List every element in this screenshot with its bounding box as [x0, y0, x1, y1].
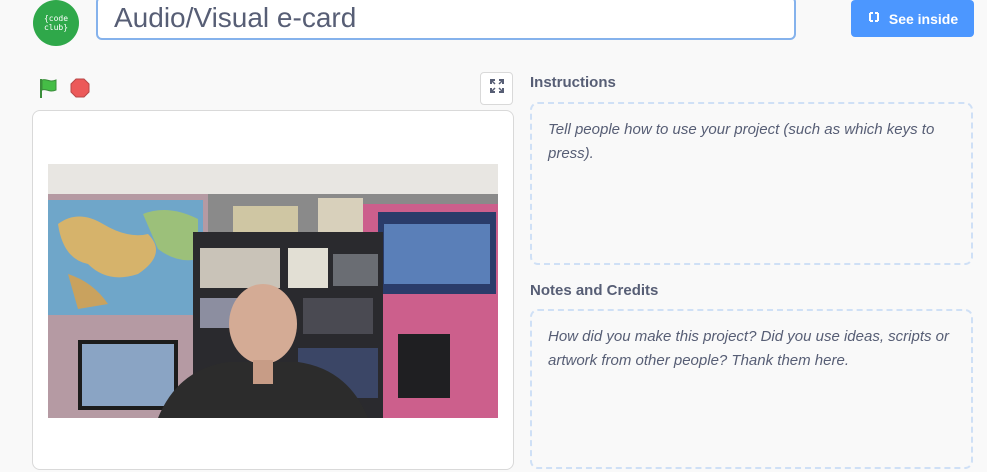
- remix-icon: [867, 10, 881, 28]
- instructions-label: Instructions: [530, 74, 616, 91]
- logo-text-bottom: club}: [43, 23, 69, 32]
- instructions-textarea[interactable]: Tell people how to use your project (suc…: [530, 102, 973, 265]
- notes-credits-textarea[interactable]: How did you make this project? Did you u…: [530, 309, 973, 469]
- project-title-input[interactable]: [96, 0, 796, 40]
- project-stage[interactable]: [32, 110, 514, 470]
- see-inside-button[interactable]: See inside: [851, 0, 974, 37]
- see-inside-label: See inside: [888, 10, 959, 27]
- stop-icon[interactable]: [70, 78, 90, 98]
- fullscreen-button[interactable]: [480, 72, 513, 105]
- fullscreen-icon: [489, 78, 505, 99]
- logo-text-top: {code: [43, 14, 69, 23]
- code-club-logo[interactable]: {code club}: [33, 0, 79, 46]
- webcam-video: [48, 164, 498, 418]
- notes-credits-label: Notes and Credits: [530, 282, 659, 299]
- green-flag-icon[interactable]: [36, 76, 60, 100]
